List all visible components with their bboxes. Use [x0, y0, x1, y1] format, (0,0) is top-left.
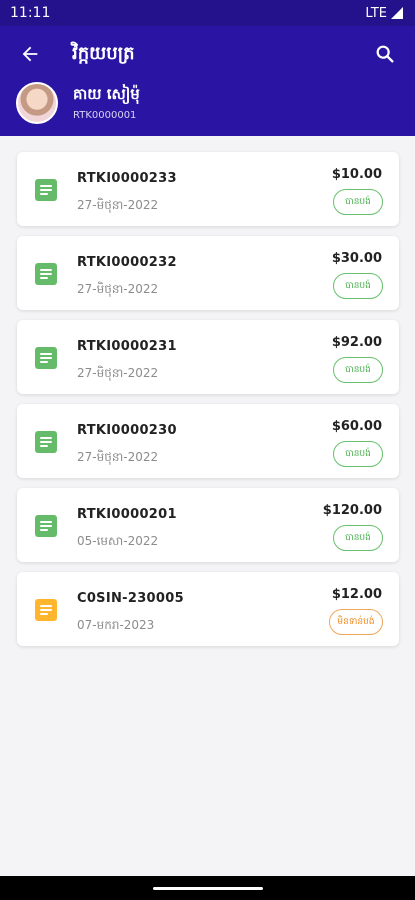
user-name: គាយ សៀម៉ុ	[73, 85, 140, 103]
status-badge: បានបង់	[333, 273, 383, 299]
invoice-amount: $30.00	[331, 251, 382, 266]
invoice-date: 05-មេសា-2022	[77, 534, 159, 548]
invoice-amount: $10.00	[331, 167, 382, 182]
status-badge: បានបង់	[333, 189, 383, 215]
system-nav-bar	[0, 876, 415, 900]
invoice-card[interactable]: RTKI0000230 27-មិថុនា-2022 $60.00 បានបង់	[17, 404, 399, 478]
status-badge: បានបង់	[333, 525, 383, 551]
status-bar: 11:11 LTE	[0, 0, 415, 26]
network-label: LTE	[365, 5, 387, 21]
invoice-card[interactable]: RTKI0000231 27-មិថុនា-2022 $92.00 បានបង់	[17, 320, 399, 394]
search-button[interactable]	[371, 40, 399, 68]
invoice-date: 27-មិថុនា-2022	[77, 450, 159, 464]
back-button[interactable]	[16, 40, 44, 68]
status-badge: មិនទាន់បង់	[329, 609, 383, 635]
app-bar: វិក្កយបត្រ គាយ សៀម៉ុ RTK0000001	[0, 26, 415, 136]
invoice-date: 27-មិថុនា-2022	[77, 366, 159, 380]
invoice-number: RTKI0000231	[77, 339, 177, 354]
user-id: RTK0000001	[73, 110, 137, 121]
invoice-amount: $120.00	[322, 503, 382, 518]
document-icon	[35, 179, 57, 201]
invoice-card[interactable]: RTKI0000233 27-មិថុនា-2022 $10.00 បានបង់	[17, 152, 399, 226]
avatar[interactable]	[16, 82, 58, 124]
invoice-number: C0SIN-230005	[77, 591, 184, 606]
invoice-amount: $12.00	[331, 587, 382, 602]
invoice-card[interactable]: C0SIN-230005 07-មករា-2023 $12.00 មិនទាន់…	[17, 572, 399, 646]
invoice-number: RTKI0000201	[77, 507, 177, 522]
arrow-left-icon	[22, 46, 38, 62]
status-indicators: LTE	[365, 6, 403, 21]
document-icon	[35, 263, 57, 285]
page-title: វិក្កយបត្រ	[72, 43, 135, 64]
invoice-date: 27-មិថុនា-2022	[77, 282, 159, 296]
invoice-number: RTKI0000230	[77, 423, 177, 438]
invoice-list: RTKI0000233 27-មិថុនា-2022 $10.00 បានបង់…	[17, 152, 399, 656]
invoice-number: RTKI0000232	[77, 255, 177, 270]
invoice-number: RTKI0000233	[77, 171, 177, 186]
document-icon	[35, 599, 57, 621]
document-icon	[35, 515, 57, 537]
signal-icon	[391, 7, 403, 19]
status-time: 11:11	[10, 5, 51, 21]
invoice-card[interactable]: RTKI0000201 05-មេសា-2022 $120.00 បានបង់	[17, 488, 399, 562]
home-indicator[interactable]	[153, 887, 263, 890]
invoice-date: 27-មិថុនា-2022	[77, 198, 159, 212]
search-icon	[376, 45, 394, 63]
status-badge: បានបង់	[333, 357, 383, 383]
invoice-amount: $60.00	[331, 419, 382, 434]
document-icon	[35, 347, 57, 369]
invoice-date: 07-មករា-2023	[77, 618, 155, 632]
status-badge: បានបង់	[333, 441, 383, 467]
invoice-card[interactable]: RTKI0000232 27-មិថុនា-2022 $30.00 បានបង់	[17, 236, 399, 310]
invoice-amount: $92.00	[331, 335, 382, 350]
document-icon	[35, 431, 57, 453]
